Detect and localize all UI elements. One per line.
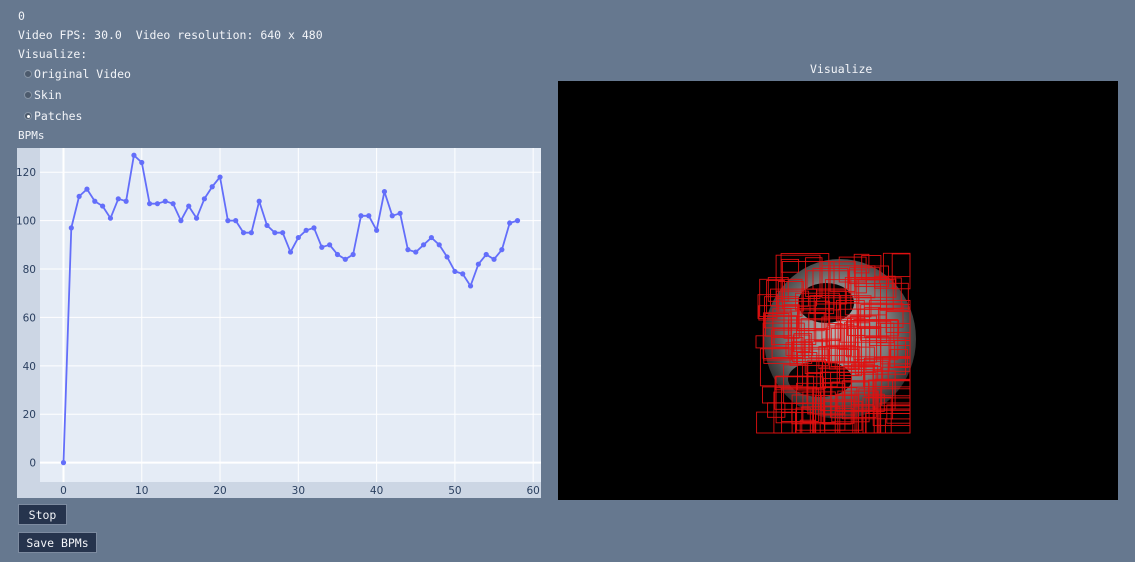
bpm-data-point — [428, 234, 435, 241]
radio-indicator — [24, 91, 32, 99]
x-tick-label: 30 — [292, 485, 305, 497]
bpm-data-point — [303, 227, 309, 233]
radio-original-video[interactable]: Original Video — [24, 67, 131, 81]
bpm-data-point — [311, 225, 317, 231]
bpm-data-point — [256, 198, 262, 204]
bpm-data-point — [225, 218, 231, 224]
bpm-data-point — [483, 251, 489, 258]
bpm-data-point — [358, 213, 364, 219]
bpm-data-point — [217, 174, 223, 180]
x-tick-label: 50 — [448, 485, 461, 497]
x-tick-label: 10 — [135, 485, 148, 497]
patch-box — [886, 404, 911, 424]
y-tick-label: 0 — [29, 458, 36, 470]
bpm-data-point — [381, 188, 388, 195]
bpm-data-point — [366, 213, 372, 219]
patch-box — [882, 252, 911, 278]
bpm-line-chart: 0 20 40 60 80 100 120 0 10 20 30 40 50 60 — [17, 148, 541, 498]
bpm-data-point — [233, 218, 239, 224]
bpm-data-point — [193, 215, 200, 221]
plot-area — [40, 148, 541, 482]
bpm-data-point — [154, 201, 161, 207]
bpm-data-point — [240, 230, 247, 236]
bpm-data-point — [201, 196, 207, 202]
y-tick-label: 20 — [23, 409, 36, 421]
bpm-data-point — [115, 196, 121, 202]
bpm-data-point — [460, 271, 466, 277]
x-tick-label: 40 — [370, 485, 383, 497]
bpm-data-point — [264, 222, 270, 229]
y-tick-label: 80 — [23, 264, 36, 276]
bpm-data-point — [295, 234, 301, 241]
bpm-data-point — [334, 251, 341, 258]
bpm-data-point — [467, 283, 474, 289]
bpm-data-point — [342, 256, 348, 262]
x-tick-label: 0 — [60, 485, 67, 497]
visualize-label: Visualize: — [18, 47, 88, 61]
bpm-data-point — [178, 218, 184, 224]
bpm-data-point — [350, 251, 356, 258]
y-tick-label: 60 — [23, 312, 36, 324]
x-tick-label: 60 — [526, 485, 539, 497]
y-tick-label: 40 — [23, 361, 36, 373]
bpm-data-point — [327, 242, 333, 248]
radio-label: Patches — [34, 109, 83, 123]
visualize-video-frame — [558, 81, 1118, 500]
y-tick-label: 120 — [17, 167, 36, 179]
bpm-data-point — [272, 230, 278, 236]
bpm-data-point — [405, 247, 411, 253]
video-panel-title: Visualize — [810, 62, 873, 76]
bpm-data-point — [397, 210, 403, 216]
bpm-data-point — [374, 227, 380, 233]
radio-label: Original Video — [34, 67, 131, 81]
bpm-data-point — [76, 193, 82, 200]
bpm-data-point — [389, 213, 395, 219]
bpm-data-point — [107, 215, 114, 221]
bpm-data-point — [100, 203, 106, 209]
bpm-data-point — [287, 249, 294, 255]
bpm-data-point — [280, 230, 286, 236]
radio-label: Skin — [34, 88, 62, 102]
save-bpms-button[interactable]: Save BPMs — [18, 532, 97, 553]
bpm-data-point — [146, 201, 153, 207]
radio-indicator — [24, 112, 32, 120]
video-info-text: Video FPS: 30.0 Video resolution: 640 x … — [18, 28, 323, 42]
y-tick-label: 100 — [17, 216, 36, 228]
bpm-data-point — [139, 159, 145, 166]
bpm-data-point — [499, 247, 505, 253]
bpm-data-point — [507, 220, 513, 226]
bpm-data-point — [162, 198, 168, 204]
bpm-data-point — [60, 460, 67, 466]
stop-button[interactable]: Stop — [18, 504, 67, 525]
radio-indicator — [24, 70, 32, 78]
bpm-data-point — [514, 218, 521, 224]
bpm-data-point — [131, 152, 137, 158]
bpm-data-point — [170, 201, 176, 207]
bpm-data-point — [123, 198, 129, 204]
radio-skin[interactable]: Skin — [24, 88, 62, 102]
bpm-data-point — [420, 242, 427, 248]
bpm-data-point — [186, 203, 192, 209]
bpm-data-point — [444, 254, 450, 260]
bpm-data-point — [84, 186, 90, 192]
bpm-data-point — [475, 261, 481, 267]
bpm-chart-title: BPMs — [18, 129, 45, 142]
bpm-data-point — [413, 249, 419, 255]
patches-overlay-image — [755, 252, 916, 434]
bpm-data-point — [92, 198, 98, 204]
bpm-data-point — [248, 230, 254, 236]
bpm-data-point — [319, 244, 325, 250]
radio-patches[interactable]: Patches — [24, 109, 82, 123]
bpm-data-point — [491, 256, 497, 262]
bpm-data-point — [68, 225, 74, 231]
frame-counter: 0 — [18, 9, 25, 23]
x-tick-label: 20 — [213, 485, 226, 497]
bpm-data-point — [452, 268, 458, 275]
bpm-data-point — [436, 242, 442, 248]
bpm-data-point — [209, 184, 215, 190]
